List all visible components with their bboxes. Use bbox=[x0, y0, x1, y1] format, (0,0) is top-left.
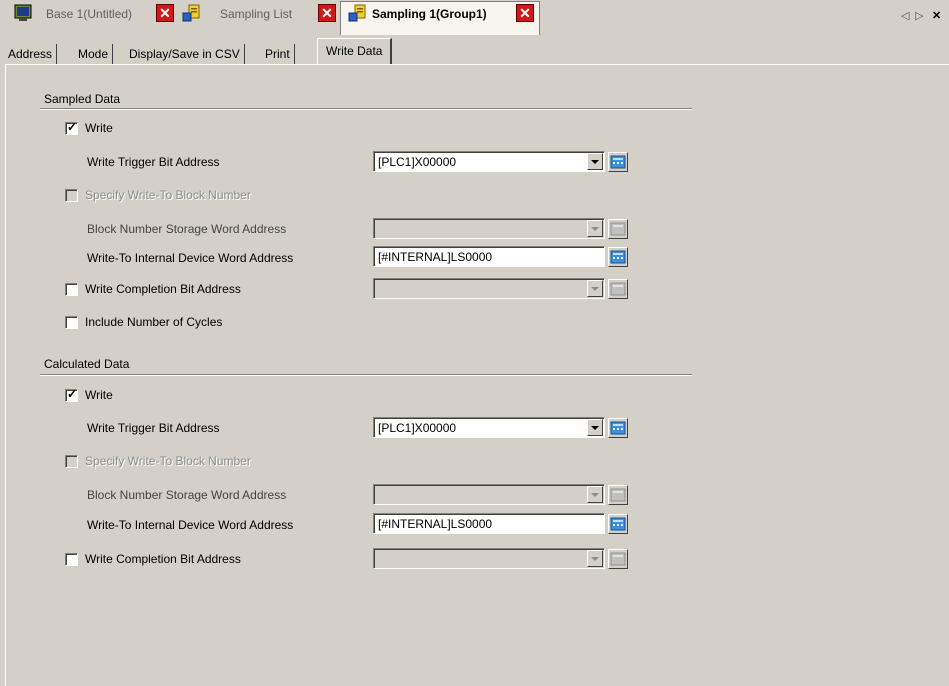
sampled-trigger-combo[interactable]: [PLC1]X00000 bbox=[373, 151, 605, 172]
sampled-block-storage-label: Block Number Storage Word Address bbox=[87, 222, 287, 236]
calculated-trigger-label: Write Trigger Bit Address bbox=[87, 421, 220, 435]
keypad-icon bbox=[610, 222, 626, 236]
calculated-trigger-keypad-button[interactable] bbox=[608, 418, 628, 438]
close-base1-icon[interactable]: ✕ bbox=[156, 4, 174, 22]
sampled-cycles-label: Include Number of Cycles bbox=[85, 315, 223, 329]
calculated-block-storage-combo[interactable] bbox=[373, 484, 605, 505]
dropdown-arrow-icon[interactable] bbox=[587, 550, 603, 567]
keypad-icon bbox=[610, 488, 626, 502]
sampled-block-storage-combo[interactable] bbox=[373, 218, 605, 239]
calculated-trigger-combo[interactable]: [PLC1]X00000 bbox=[373, 417, 605, 438]
sampled-data-divider bbox=[40, 108, 692, 110]
sampling-icon bbox=[182, 4, 200, 22]
screen-icon bbox=[14, 4, 32, 22]
sampled-internal-device-value: [#INTERNAL]LS0000 bbox=[378, 250, 493, 264]
calculated-specify-block-checkbox[interactable] bbox=[65, 455, 78, 468]
doc-tab-sampling1[interactable]: Sampling 1(Group1) bbox=[372, 7, 487, 21]
sampled-specify-block-label: Specify Write-To Block Number bbox=[85, 188, 251, 202]
tab-address[interactable]: Address bbox=[4, 44, 58, 64]
calculated-trigger-value: [PLC1]X00000 bbox=[378, 421, 457, 435]
calculated-completion-checkbox[interactable] bbox=[65, 553, 78, 566]
close-sampling-list-icon[interactable]: ✕ bbox=[318, 4, 336, 22]
sampled-internal-device-label: Write-To Internal Device Word Address bbox=[87, 251, 294, 265]
sampled-completion-combo[interactable] bbox=[373, 278, 605, 299]
calculated-completion-label: Write Completion Bit Address bbox=[85, 552, 241, 566]
calculated-specify-block-label: Specify Write-To Block Number bbox=[85, 454, 251, 468]
check-mark-icon: ✓ bbox=[67, 120, 78, 134]
keypad-icon bbox=[610, 155, 626, 169]
property-tabs: Address Mode Display/Save in CSV Print W… bbox=[0, 36, 949, 66]
calculated-internal-device-value: [#INTERNAL]LS0000 bbox=[378, 517, 493, 531]
tab-print[interactable]: Print bbox=[261, 44, 295, 64]
sampled-cycles-checkbox[interactable] bbox=[65, 316, 78, 329]
document-tab-strip: Base 1(Untitled) ✕ Sampling List ✕ Sampl… bbox=[0, 0, 949, 36]
calculated-write-checkbox[interactable]: ✓ bbox=[65, 387, 78, 402]
sampled-block-storage-keypad-button[interactable] bbox=[608, 219, 628, 239]
sampled-trigger-value: [PLC1]X00000 bbox=[378, 155, 457, 169]
sampled-specify-block-checkbox[interactable] bbox=[65, 189, 78, 202]
keypad-icon bbox=[610, 552, 626, 566]
calculated-internal-device-label: Write-To Internal Device Word Address bbox=[87, 518, 294, 532]
calculated-write-label: Write bbox=[85, 388, 113, 402]
sampled-internal-device-field[interactable]: [#INTERNAL]LS0000 bbox=[373, 246, 605, 267]
tab-mode[interactable]: Mode bbox=[74, 44, 114, 64]
dropdown-arrow-icon[interactable] bbox=[587, 153, 603, 170]
sampled-completion-label: Write Completion Bit Address bbox=[85, 282, 241, 296]
sampled-completion-keypad-button[interactable] bbox=[608, 279, 628, 299]
dropdown-arrow-icon[interactable] bbox=[587, 486, 603, 503]
close-all-icon[interactable]: ✕ bbox=[932, 9, 941, 22]
sampled-data-heading: Sampled Data bbox=[44, 92, 121, 106]
sampled-write-checkbox[interactable]: ✓ bbox=[65, 120, 78, 135]
dropdown-arrow-icon[interactable] bbox=[587, 419, 603, 436]
keypad-icon bbox=[610, 517, 626, 531]
sampling-icon bbox=[348, 4, 366, 22]
doc-tab-base1[interactable]: Base 1(Untitled) bbox=[46, 7, 132, 21]
sampled-completion-checkbox[interactable] bbox=[65, 283, 78, 296]
sampled-internal-device-keypad-button[interactable] bbox=[608, 247, 628, 267]
calculated-completion-combo[interactable] bbox=[373, 548, 605, 569]
calculated-data-divider bbox=[40, 374, 692, 376]
dropdown-arrow-icon[interactable] bbox=[587, 220, 603, 237]
sampled-trigger-keypad-button[interactable] bbox=[608, 152, 628, 172]
scroll-left-icon[interactable]: ◁ bbox=[901, 9, 909, 22]
keypad-icon bbox=[610, 282, 626, 296]
check-mark-icon: ✓ bbox=[67, 387, 78, 401]
calculated-internal-device-field[interactable]: [#INTERNAL]LS0000 bbox=[373, 513, 605, 534]
tab-write-data[interactable]: Write Data bbox=[317, 38, 393, 65]
calculated-internal-device-keypad-button[interactable] bbox=[608, 514, 628, 534]
sampled-write-label: Write bbox=[85, 121, 113, 135]
dropdown-arrow-icon[interactable] bbox=[587, 280, 603, 297]
calculated-completion-keypad-button[interactable] bbox=[608, 549, 628, 569]
scroll-right-icon[interactable]: ▷ bbox=[915, 9, 923, 22]
calculated-block-storage-keypad-button[interactable] bbox=[608, 485, 628, 505]
calculated-block-storage-label: Block Number Storage Word Address bbox=[87, 488, 287, 502]
sampled-trigger-label: Write Trigger Bit Address bbox=[87, 155, 220, 169]
tab-display-save-csv[interactable]: Display/Save in CSV bbox=[125, 44, 245, 64]
doc-tab-sampling-list[interactable]: Sampling List bbox=[220, 7, 292, 21]
close-sampling1-icon[interactable]: ✕ bbox=[516, 4, 534, 22]
calculated-data-heading: Calculated Data bbox=[44, 357, 130, 371]
keypad-icon bbox=[610, 250, 626, 264]
keypad-icon bbox=[610, 421, 626, 435]
